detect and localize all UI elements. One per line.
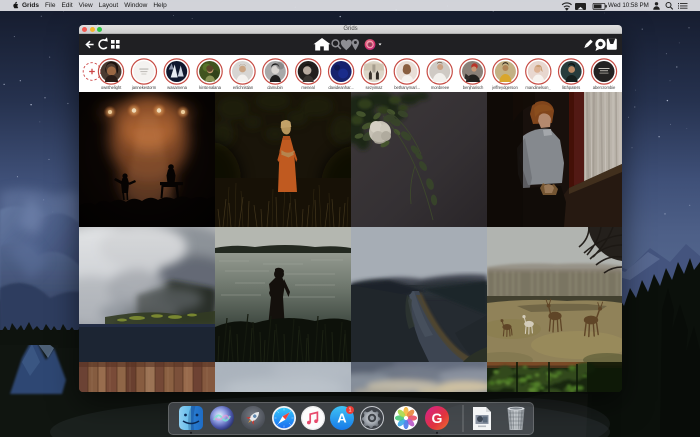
svg-text:1: 1 <box>348 408 351 414</box>
svg-text:G: G <box>432 410 443 426</box>
svg-text:A: A <box>337 411 347 426</box>
